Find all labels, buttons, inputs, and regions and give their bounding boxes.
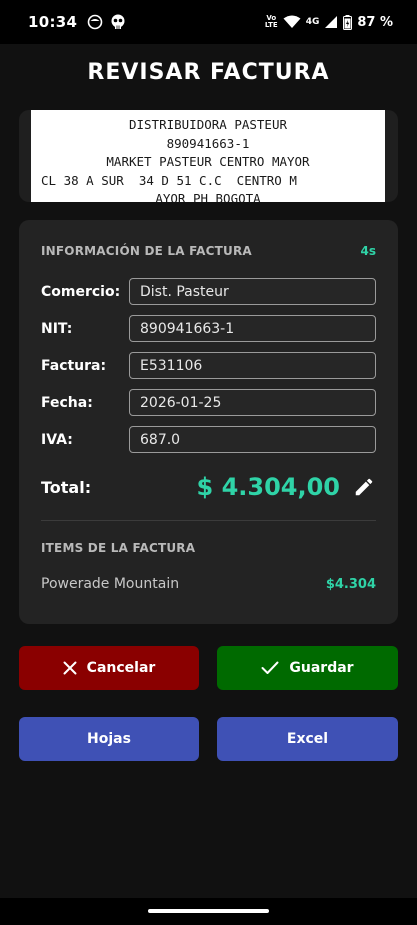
excel-button-label: Excel [286, 731, 329, 747]
volte-indicator: Vo LTE [265, 15, 278, 29]
receipt-line: 890941663-1 [166, 135, 250, 151]
invoice-info-card: INFORMACIÓN DE LA FACTURA 4s Comercio: N… [19, 220, 398, 624]
volte-bottom-text: LTE [264, 21, 278, 29]
field-label: NIT: [41, 320, 73, 337]
page-title: REVISAR FACTURA [87, 60, 330, 85]
status-bar: 10:34 Vo LTE 4G 87 % [0, 0, 417, 44]
network-type: 4G [305, 17, 320, 27]
total-row: Total: $ 4.304,00 [41, 472, 376, 502]
nit-input[interactable] [129, 315, 376, 342]
invoice-card-header: INFORMACIÓN DE LA FACTURA 4s [41, 244, 376, 258]
close-icon [63, 661, 77, 675]
items-section-label: ITEMS DE LA FACTURA [41, 541, 196, 555]
battery-percent: 87 % [357, 14, 393, 30]
receipt-line: MARKET PASTEUR CENTRO MAYOR [106, 154, 310, 169]
save-button[interactable]: Guardar [217, 646, 398, 690]
receipt-line: CL 38 A SUR 34 D 51 C.C CENTRO M [41, 172, 297, 188]
list-item: Powerade Mountain $4.304 [41, 576, 376, 592]
field-iva: IVA: [41, 426, 376, 453]
field-label: Comercio: [41, 283, 121, 300]
status-system-icons: Vo LTE 4G 87 % [265, 14, 393, 30]
sheets-button[interactable]: Hojas [19, 717, 199, 761]
iva-input[interactable] [129, 426, 376, 453]
divider [41, 520, 376, 521]
save-button-label: Guardar [289, 660, 354, 676]
field-fecha: Fecha: [41, 389, 376, 416]
home-gesture-handle[interactable] [148, 909, 269, 913]
item-price: $4.304 [325, 576, 376, 592]
field-label: IVA: [41, 431, 73, 448]
status-time: 10:34 [28, 13, 78, 31]
field-label: Factura: [41, 357, 107, 374]
navigation-bar [0, 898, 417, 925]
item-name: Powerade Mountain [41, 576, 180, 592]
fecha-input[interactable] [129, 389, 376, 416]
sheets-button-label: Hojas [87, 731, 131, 747]
receipt-line: AYOR PH BOGOTA [155, 191, 261, 202]
field-factura: Factura: [41, 352, 376, 379]
edit-total-button[interactable] [352, 475, 376, 499]
receipt-image-container: DISTRIBUIDORA PASTEUR 890941663-1 MARKET… [19, 110, 398, 202]
battery-icon [343, 14, 353, 30]
field-comercio: Comercio: [41, 278, 376, 305]
field-label: Fecha: [41, 394, 93, 411]
total-label: Total: [41, 477, 92, 497]
checkmark-icon [261, 661, 279, 674]
status-notification-icons [87, 14, 127, 30]
cancel-button-label: Cancelar [86, 660, 156, 676]
field-nit: NIT: [41, 315, 376, 342]
invoice-section-label: INFORMACIÓN DE LA FACTURA [41, 244, 252, 258]
pencil-icon [355, 478, 373, 496]
notification-app-icon [87, 14, 103, 30]
total-value: $ 4.304,00 [196, 473, 340, 501]
comercio-input[interactable] [129, 278, 376, 305]
cancel-button[interactable]: Cancelar [19, 646, 199, 690]
factura-input[interactable] [129, 352, 376, 379]
signal-icon [325, 16, 338, 28]
notification-skull-icon [111, 14, 125, 29]
receipt-image: DISTRIBUIDORA PASTEUR 890941663-1 MARKET… [31, 110, 385, 202]
receipt-line: DISTRIBUIDORA PASTEUR [128, 117, 288, 132]
wifi-icon [283, 15, 301, 28]
timer-badge: 4s [360, 244, 377, 258]
excel-button[interactable]: Excel [217, 717, 398, 761]
